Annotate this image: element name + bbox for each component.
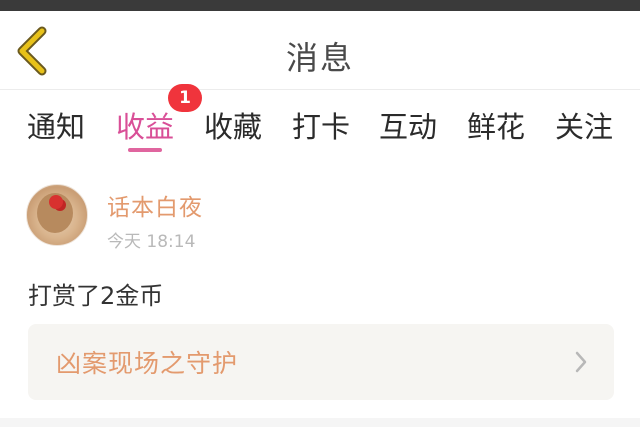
avatar-flower xyxy=(49,195,63,209)
tab-earnings[interactable]: 收益 xyxy=(116,104,174,146)
unread-badge: 1 xyxy=(168,84,202,112)
work-title: 凶案现场之守护 xyxy=(56,349,239,378)
sender-name[interactable]: 话本白夜 xyxy=(107,188,203,222)
tab-notifications[interactable]: 通知 xyxy=(27,104,85,146)
section-divider xyxy=(0,418,640,427)
tab-flowers[interactable]: 鲜花 xyxy=(467,104,525,146)
message-time: 今天 18:14 xyxy=(107,232,196,252)
tab-favorites[interactable]: 收藏 xyxy=(204,104,262,146)
chevron-right-icon xyxy=(575,351,587,373)
tab-bar: 通知 收益 1 收藏 打卡 互动 鲜花 关注 xyxy=(0,84,640,160)
tab-checkin[interactable]: 打卡 xyxy=(292,104,350,146)
avatar[interactable] xyxy=(26,184,88,246)
work-link-card[interactable]: 凶案现场之守护 xyxy=(28,324,614,400)
navigation-bar: 消息 xyxy=(0,11,640,90)
tab-following[interactable]: 关注 xyxy=(555,104,613,146)
tab-interactions[interactable]: 互动 xyxy=(379,104,437,146)
status-bar xyxy=(0,0,640,11)
page-title: 消息 xyxy=(285,39,354,77)
active-tab-indicator xyxy=(128,148,162,152)
message-text: 打赏了2金币 xyxy=(28,282,164,310)
message-item: 话本白夜 今天 18:14 打赏了2金币 凶案现场之守护 xyxy=(0,170,640,415)
